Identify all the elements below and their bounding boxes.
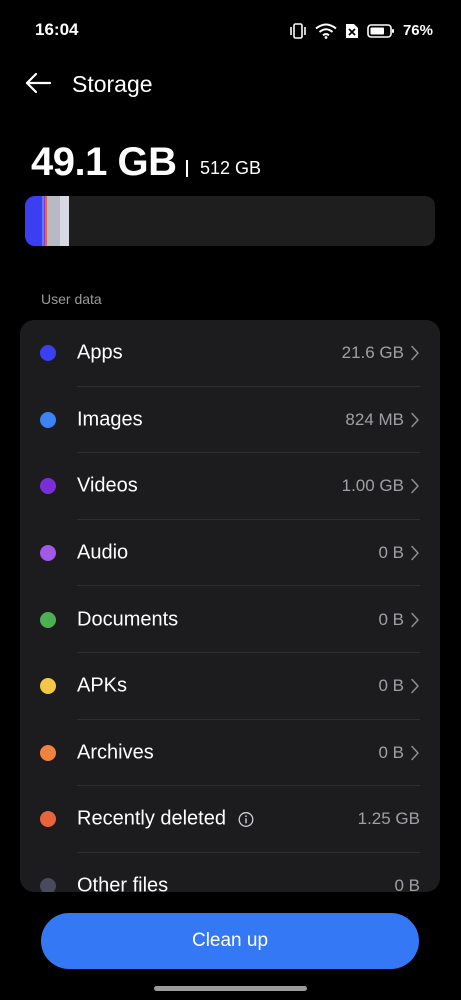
- sim-off-icon: [345, 23, 359, 39]
- status-bar: 16:04 76%: [0, 0, 461, 60]
- list-item-value: 1.25 GB: [357, 809, 420, 829]
- back-button[interactable]: [18, 68, 58, 102]
- category-color-dot: [40, 411, 56, 428]
- list-item-other-files[interactable]: Other files 0 B: [20, 853, 440, 892]
- list-item-audio[interactable]: Audio 0 B: [20, 520, 440, 587]
- usage-segment-other-files: [47, 196, 61, 246]
- list-item-value: 0 B: [378, 609, 404, 629]
- category-color-dot: [40, 744, 56, 761]
- category-color-dot: [40, 878, 56, 892]
- chevron-right-icon: [410, 745, 420, 761]
- battery-icon: [367, 23, 395, 39]
- list-item-label-wrap: Documents: [77, 608, 178, 631]
- list-item-value: 21.6 GB: [341, 343, 404, 363]
- list-item-label: Documents: [77, 608, 179, 631]
- chevron-right-icon: [410, 345, 420, 361]
- category-color-dot: [40, 678, 56, 695]
- used-storage: 49.1 GB: [31, 140, 177, 184]
- list-item-documents[interactable]: Documents 0 B: [20, 586, 440, 653]
- status-time: 16:04: [35, 20, 79, 39]
- chevron-right-icon: [410, 412, 420, 428]
- list-item-label: Images: [77, 408, 143, 431]
- list-item-value: 0 B: [378, 676, 404, 696]
- list-item-archives[interactable]: Archives 0 B: [20, 720, 440, 787]
- usage-segment-system: [60, 196, 70, 246]
- clean-up-button[interactable]: Clean up: [41, 913, 419, 969]
- list-item-label: APKs: [77, 674, 128, 697]
- list-item-label-wrap: Audio: [77, 542, 128, 565]
- list-item-label-wrap: Recently deleted: [77, 808, 254, 831]
- chevron-right-icon: [410, 478, 420, 494]
- list-item-label: Archives: [77, 741, 154, 764]
- storage-usage-bar: [25, 196, 435, 246]
- list-item-label: Audio: [77, 541, 129, 564]
- vibrate-icon: [289, 22, 307, 39]
- category-color-dot: [40, 345, 56, 362]
- home-indicator[interactable]: [154, 986, 307, 991]
- battery-percent: 76%: [402, 22, 433, 39]
- list-item-label: Recently deleted: [77, 807, 226, 830]
- list-item-value: 0 B: [378, 543, 404, 563]
- category-color-dot: [40, 545, 56, 562]
- chevron-right-icon: [410, 545, 420, 561]
- status-icons: 76%: [289, 22, 433, 39]
- list-item-label: Videos: [77, 474, 138, 497]
- list-item-label-wrap: Videos: [77, 475, 138, 498]
- list-item-label: Apps: [77, 341, 123, 364]
- category-color-dot: [40, 611, 56, 628]
- list-item-apps[interactable]: Apps 21.6 GB: [20, 320, 440, 387]
- usage-segment-apps: [25, 196, 43, 246]
- user-data-list: Apps 21.6 GB Images 824 MB Videos 1.00 GB Audi…: [20, 320, 440, 892]
- total-storage-wrap: 512 GB: [186, 158, 261, 179]
- list-item-videos[interactable]: Videos 1.00 GB: [20, 453, 440, 520]
- chevron-right-icon: [410, 678, 420, 694]
- list-item-apks[interactable]: APKs 0 B: [20, 653, 440, 720]
- list-item-value: 0 B: [378, 742, 404, 762]
- list-item-label-wrap: Other files: [77, 875, 168, 892]
- list-item-value: 0 B: [394, 876, 420, 892]
- chevron-right-icon: [410, 612, 420, 628]
- section-label-user-data: User data: [41, 291, 102, 307]
- list-item-label-wrap: APKs: [77, 675, 127, 698]
- list-item-value: 1.00 GB: [341, 476, 404, 496]
- category-color-dot: [40, 811, 56, 828]
- back-arrow-icon: [24, 71, 52, 100]
- list-item-label-wrap: Archives: [77, 741, 154, 764]
- list-item-label: Other files: [77, 874, 169, 892]
- list-item-images[interactable]: Images 824 MB: [20, 387, 440, 454]
- list-item-label-wrap: Apps: [77, 342, 123, 365]
- list-item-label-wrap: Images: [77, 408, 143, 431]
- list-item-recently-deleted[interactable]: Recently deleted 1.25 GB: [20, 786, 440, 853]
- category-color-dot: [40, 478, 56, 495]
- page-title: Storage: [72, 71, 153, 97]
- list-item-value: 824 MB: [345, 409, 404, 429]
- separator: [186, 160, 188, 177]
- total-storage: 512 GB: [200, 158, 262, 178]
- info-icon[interactable]: [238, 811, 254, 827]
- wifi-icon: [315, 23, 337, 39]
